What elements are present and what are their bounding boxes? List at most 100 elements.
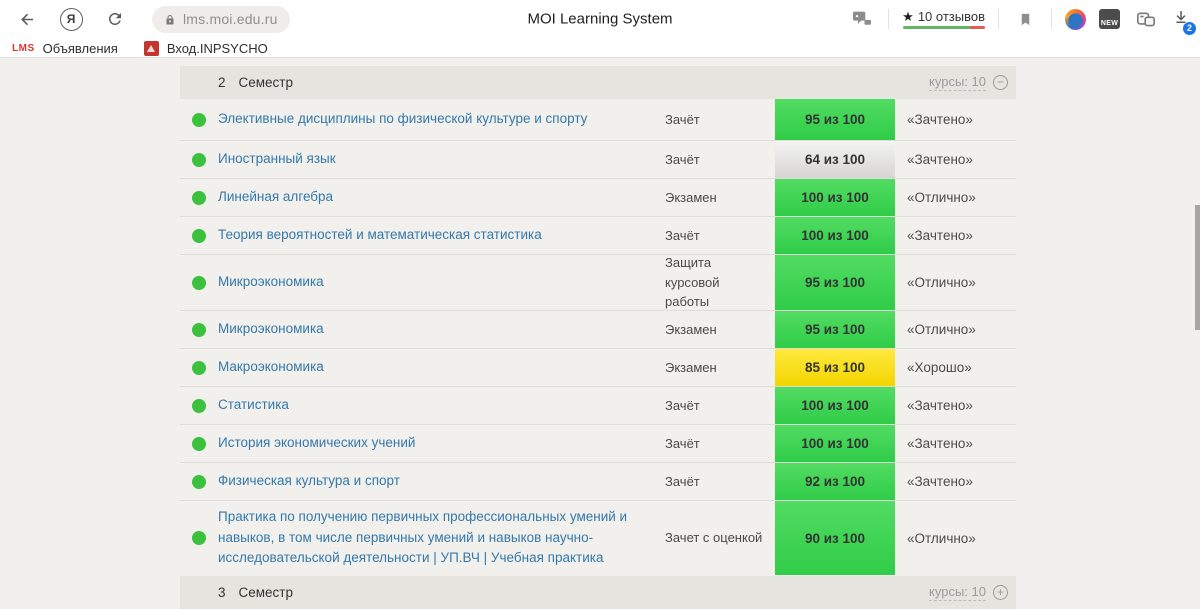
toolbar-left: Я lms.moi.edu.ru xyxy=(0,6,290,33)
protect-panel-button[interactable] xyxy=(849,6,875,32)
bookmark-button[interactable] xyxy=(1012,6,1038,32)
back-button[interactable] xyxy=(14,6,40,32)
courses-count-link[interactable]: курсы: 10 xyxy=(929,584,986,602)
course-cell: Физическая культура и спорт xyxy=(218,463,665,500)
extension-color-circle-icon[interactable] xyxy=(1065,9,1086,30)
bookmark-item-inpsycho[interactable]: Вход.INPSYCHO xyxy=(144,41,268,56)
course-table-body: Элективные дисциплины по физической куль… xyxy=(180,99,1016,575)
course-cell: Статистика xyxy=(218,387,665,424)
protect-panel-icon xyxy=(852,10,872,28)
bookmark-item-announcements[interactable]: LMS Объявления xyxy=(12,41,118,56)
downloads-button[interactable]: 2 xyxy=(1172,8,1190,31)
status-cell xyxy=(180,99,218,140)
yandex-home-button[interactable]: Я xyxy=(58,6,84,32)
semester-label: Семестр xyxy=(239,585,294,600)
exam-type-cell: Экзамен xyxy=(665,349,775,386)
course-cell: Иностранный язык xyxy=(218,141,665,178)
grade-cell: «Зачтено» xyxy=(895,425,1016,462)
semester-number: 2 xyxy=(218,75,226,90)
grade-cell: «Отлично» xyxy=(895,255,1016,310)
extension-new-icon[interactable]: NEW xyxy=(1099,9,1120,29)
semester-3-header: 3 Семестр курсы: 10 + xyxy=(180,576,1016,609)
exam-type-cell: Зачёт xyxy=(665,141,775,178)
status-cell xyxy=(180,387,218,424)
collapse-icon[interactable]: − xyxy=(993,75,1008,90)
course-link[interactable]: Линейная алгебра xyxy=(218,187,333,208)
semester-header-controls: курсы: 10 + xyxy=(929,584,1016,602)
address-bar[interactable]: lms.moi.edu.ru xyxy=(152,6,290,33)
course-link[interactable]: Статистика xyxy=(218,395,289,416)
bookmark-label: Вход.INPSYCHO xyxy=(167,41,268,56)
course-status-dot-icon xyxy=(192,229,206,243)
course-link[interactable]: Микроэкономика xyxy=(218,272,324,293)
course-link[interactable]: Элективные дисциплины по физической куль… xyxy=(218,109,587,130)
course-status-dot-icon xyxy=(192,113,206,127)
scrollbar-thumb[interactable] xyxy=(1195,205,1200,330)
grade-cell: «Отлично» xyxy=(895,311,1016,348)
lock-icon xyxy=(164,13,176,26)
course-cell: Макроэкономика xyxy=(218,349,665,386)
site-reviews-button[interactable]: ★ 10 отзывов xyxy=(902,9,985,29)
score-badge: 100 из 100 xyxy=(775,179,895,216)
semester-2-header: 2 Семестр курсы: 10 − xyxy=(180,66,1016,99)
course-status-dot-icon xyxy=(192,475,206,489)
table-row: Физическая культура и спорт Зачёт 92 из … xyxy=(180,462,1016,500)
grade-cell: «Зачтено» xyxy=(895,141,1016,178)
score-badge: 90 из 100 xyxy=(775,501,895,575)
course-status-dot-icon xyxy=(192,153,206,167)
course-link[interactable]: Макроэкономика xyxy=(218,357,324,378)
course-cell: Микроэкономика xyxy=(218,255,665,310)
exam-type-cell: Зачёт xyxy=(665,387,775,424)
table-row: Теория вероятностей и математическая ста… xyxy=(180,216,1016,254)
course-link[interactable]: История экономических учений xyxy=(218,433,415,454)
course-status-dot-icon xyxy=(192,361,206,375)
rating-bar-negative xyxy=(970,26,985,29)
grade-cell: «Зачтено» xyxy=(895,217,1016,254)
table-row: Иностранный язык Зачёт 64 из 100 «Зачтен… xyxy=(180,140,1016,178)
toolbar-right: ★ 10 отзывов NEW 2 xyxy=(849,0,1190,38)
semester-header-controls: курсы: 10 − xyxy=(929,74,1016,92)
grade-cell: «Зачтено» xyxy=(895,99,1016,140)
exam-type-cell: Защита курсовой работы xyxy=(665,255,775,310)
course-link[interactable]: Иностранный язык xyxy=(218,149,336,170)
toolbar-separator xyxy=(1051,9,1052,29)
semester-number: 3 xyxy=(218,585,226,600)
course-cell: Теория вероятностей и математическая ста… xyxy=(218,217,665,254)
semester-label: Семестр xyxy=(239,75,294,90)
courses-count-link[interactable]: курсы: 10 xyxy=(929,74,986,92)
status-cell xyxy=(180,255,218,310)
score-badge: 64 из 100 xyxy=(775,141,895,178)
refresh-icon xyxy=(106,10,124,28)
status-cell xyxy=(180,311,218,348)
status-cell xyxy=(180,141,218,178)
course-link[interactable]: Практика по получению первичных професси… xyxy=(218,507,651,570)
grade-cell: «Зачтено» xyxy=(895,463,1016,500)
status-cell xyxy=(180,425,218,462)
exam-type-cell: Зачёт xyxy=(665,99,775,140)
status-cell xyxy=(180,463,218,500)
table-row: Микроэкономика Экзамен 95 из 100 «Отличн… xyxy=(180,310,1016,348)
course-cell: Микроэкономика xyxy=(218,311,665,348)
course-status-dot-icon xyxy=(192,531,206,545)
course-link[interactable]: Физическая культура и спорт xyxy=(218,471,400,492)
course-link[interactable]: Микроэкономика xyxy=(218,319,324,340)
star-icon: ★ xyxy=(902,10,914,23)
refresh-button[interactable] xyxy=(102,6,128,32)
bookmarks-bar: LMS Объявления Вход.INPSYCHO xyxy=(0,38,1200,58)
table-row: Макроэкономика Экзамен 85 из 100 «Хорошо… xyxy=(180,348,1016,386)
score-badge: 100 из 100 xyxy=(775,387,895,424)
score-badge: 85 из 100 xyxy=(775,349,895,386)
exam-type-cell: Зачёт xyxy=(665,217,775,254)
expand-icon[interactable]: + xyxy=(993,585,1008,600)
browser-chrome: Я lms.moi.edu.ru MOI Learning System ★ 1… xyxy=(0,0,1200,58)
grades-table: 2 Семестр курсы: 10 − Элективные дисципл… xyxy=(180,66,1016,609)
table-row: Микроэкономика Защита курсовой работы 95… xyxy=(180,254,1016,310)
rating-bar xyxy=(903,26,985,29)
grade-cell: «Зачтено» xyxy=(895,387,1016,424)
extensions-button[interactable] xyxy=(1133,6,1159,32)
status-cell xyxy=(180,179,218,216)
grade-cell: «Отлично» xyxy=(895,179,1016,216)
table-row: Практика по получению первичных професси… xyxy=(180,500,1016,575)
course-link[interactable]: Теория вероятностей и математическая ста… xyxy=(218,225,542,246)
course-status-dot-icon xyxy=(192,437,206,451)
